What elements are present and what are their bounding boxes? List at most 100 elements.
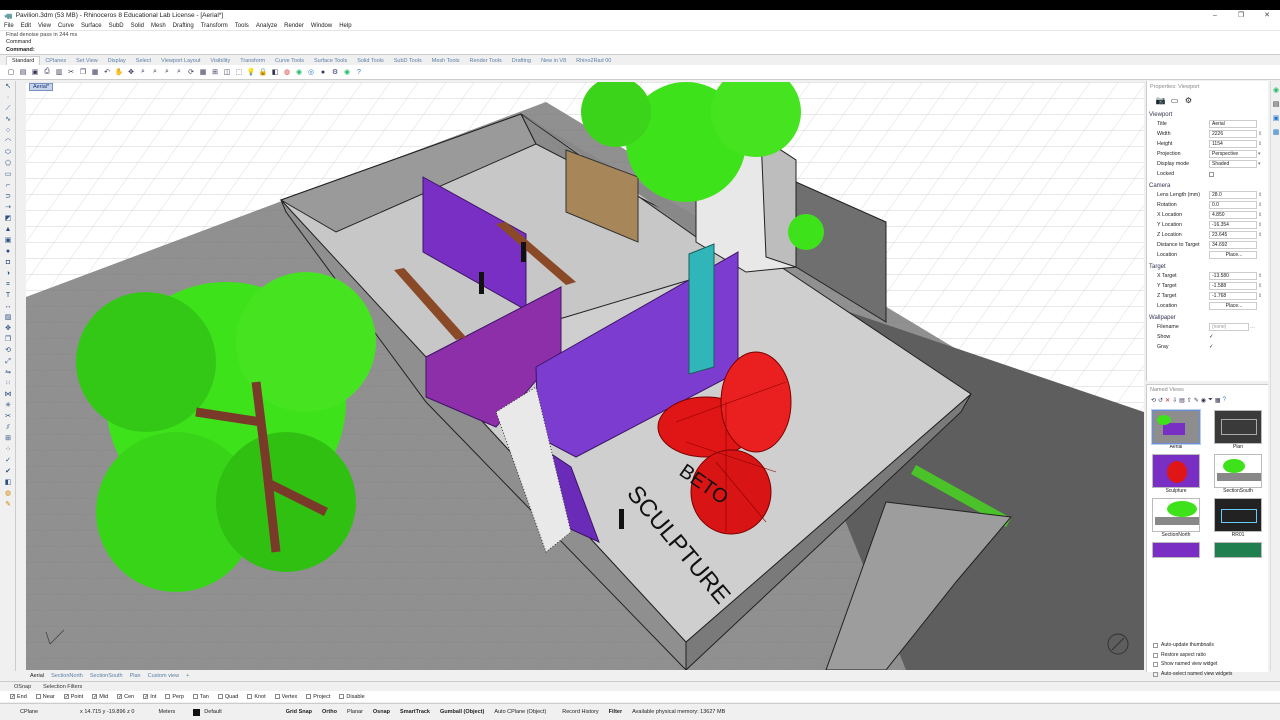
add-viewtab-button[interactable]: + bbox=[186, 673, 189, 679]
osnap-perp[interactable]: Perp bbox=[165, 694, 184, 700]
move-tool-icon[interactable]: ✥ bbox=[3, 324, 13, 334]
group-icon[interactable]: ⊞ bbox=[3, 434, 13, 444]
menu-tools[interactable]: Tools bbox=[235, 23, 249, 29]
points-on-icon[interactable]: ⁘ bbox=[3, 445, 13, 455]
zoom-icon[interactable]: ⌕ bbox=[138, 67, 148, 77]
folder-icon[interactable]: ▤ bbox=[1179, 397, 1185, 404]
box-icon[interactable]: ▣ bbox=[3, 236, 13, 246]
tab-osnap[interactable]: OSnap bbox=[14, 684, 31, 690]
option-auto-select[interactable]: Auto-select named view widgets bbox=[1153, 670, 1232, 680]
select-icon[interactable]: ⬚ bbox=[234, 67, 244, 77]
osnap-near[interactable]: Near bbox=[35, 694, 55, 700]
planar-toggle[interactable]: Planar bbox=[347, 709, 363, 715]
x-target-field[interactable]: -13.580 bbox=[1209, 272, 1257, 280]
viewtab-section-north[interactable]: SectionNorth bbox=[51, 673, 83, 679]
delete-view-icon[interactable]: ✕ bbox=[1165, 397, 1170, 404]
title-field[interactable]: Aerial bbox=[1209, 120, 1257, 128]
option-auto-update[interactable]: Auto-update thumbnails bbox=[1153, 641, 1232, 651]
lightbulb-icon[interactable]: 💡 bbox=[246, 67, 256, 77]
named-view-section-south[interactable]: SectionSouth bbox=[1211, 454, 1265, 494]
osnap-disable[interactable]: Disable bbox=[339, 694, 365, 700]
zoom-selected-icon[interactable]: ⌕ bbox=[174, 67, 184, 77]
tab-curve-tools[interactable]: Curve Tools bbox=[270, 57, 309, 65]
hatch-icon[interactable]: ▨ bbox=[3, 313, 13, 323]
circle-icon[interactable]: ○ bbox=[3, 126, 13, 136]
rotate-tool-icon[interactable]: ⟲ bbox=[3, 346, 13, 356]
viewtab-plan[interactable]: Plan bbox=[130, 673, 141, 679]
tab-select[interactable]: Select bbox=[131, 57, 156, 65]
gumball-toggle[interactable]: Gumball (Object) bbox=[440, 709, 484, 715]
trim-icon[interactable]: ✂ bbox=[3, 412, 13, 422]
menu-view[interactable]: View bbox=[38, 23, 51, 29]
mirror-icon[interactable]: ⇋ bbox=[3, 368, 13, 378]
tab-mesh-tools[interactable]: Mesh Tools bbox=[427, 57, 465, 65]
viewport-title-tab[interactable]: Aerial* bbox=[29, 83, 54, 91]
osnap-toggle[interactable]: Osnap bbox=[373, 709, 390, 715]
properties-tab-icon[interactable]: ◉ bbox=[1272, 87, 1280, 95]
polygon-icon[interactable]: ⬠ bbox=[3, 159, 13, 169]
tab-render-tools[interactable]: Render Tools bbox=[464, 57, 506, 65]
menu-drafting[interactable]: Drafting bbox=[173, 23, 194, 29]
menu-curve[interactable]: Curve bbox=[58, 23, 74, 29]
display-mode-select[interactable]: Shaded bbox=[1209, 160, 1257, 168]
extrude-icon[interactable]: ▲ bbox=[3, 225, 13, 235]
move-icon[interactable]: ✥ bbox=[126, 67, 136, 77]
render-tool-icon[interactable]: ◍ bbox=[3, 489, 13, 499]
osnap-knot[interactable]: Knot bbox=[247, 694, 266, 700]
viewtab-custom-view[interactable]: Custom view bbox=[148, 673, 179, 679]
osnap-cen[interactable]: ✓ Cen bbox=[117, 694, 134, 700]
sphere-icon[interactable]: ● bbox=[318, 67, 328, 77]
osnap-tan[interactable]: Tan bbox=[192, 694, 209, 700]
sphere-solid-icon[interactable]: ● bbox=[3, 247, 13, 257]
x-location-field[interactable]: 4.850 bbox=[1209, 211, 1257, 219]
offset-icon[interactable]: ⊃ bbox=[3, 192, 13, 202]
grid-icon[interactable]: ▦ bbox=[198, 67, 208, 77]
status-cplane[interactable]: CPlane bbox=[20, 709, 38, 715]
zoom-window-icon[interactable]: ⌕ bbox=[150, 67, 160, 77]
tab-standard[interactable]: Standard bbox=[6, 56, 41, 65]
undo-icon[interactable]: ↶ bbox=[102, 67, 112, 77]
edit-view-icon[interactable]: ✎ bbox=[1194, 397, 1199, 404]
render-icon[interactable]: ◍ bbox=[282, 67, 292, 77]
copy-tool-icon[interactable]: ❐ bbox=[3, 335, 13, 345]
gray-checkbox[interactable]: ✓ bbox=[1209, 344, 1213, 350]
status-layer[interactable]: Default bbox=[204, 709, 221, 715]
help-icon-2[interactable]: ? bbox=[1223, 397, 1226, 404]
osnap-quad[interactable]: Quad bbox=[217, 694, 238, 700]
tab-cplanes[interactable]: CPlanes bbox=[40, 57, 71, 65]
menu-subd[interactable]: SubD bbox=[109, 23, 124, 29]
paint-icon[interactable]: ✎ bbox=[3, 500, 13, 510]
export-view-icon[interactable]: ⇧ bbox=[1187, 397, 1192, 404]
osnap-point[interactable]: ✓ Point bbox=[63, 694, 83, 700]
smarttrack-toggle[interactable]: SmartTrack bbox=[400, 709, 430, 715]
aerial-viewport[interactable]: SCULPTURE BETO Aerial* bbox=[26, 82, 1144, 670]
menu-help[interactable]: Help bbox=[339, 23, 351, 29]
distance-field[interactable]: 34.692 bbox=[1209, 241, 1257, 249]
tab-rhino2rad[interactable]: Rhino2Rad 00 bbox=[571, 57, 616, 65]
visibility-icon[interactable]: ◉ bbox=[1201, 397, 1206, 404]
camera-place-button[interactable]: Place... bbox=[1209, 251, 1257, 259]
properties-icon[interactable]: ▥ bbox=[54, 67, 64, 77]
z-location-field[interactable]: 23.645 bbox=[1209, 231, 1257, 239]
surface-icon[interactable]: ◩ bbox=[3, 214, 13, 224]
named-view-aerial[interactable]: Aerial bbox=[1149, 409, 1203, 450]
named-view-8[interactable] bbox=[1211, 542, 1265, 558]
rotation-field[interactable]: 0.0 bbox=[1209, 201, 1257, 209]
layers-tab-icon[interactable]: ▤ bbox=[1272, 101, 1280, 109]
z-target-field[interactable]: -1.768 bbox=[1209, 292, 1257, 300]
tab-visibility[interactable]: Visibility bbox=[205, 57, 235, 65]
mesh-icon[interactable]: ⌗ bbox=[3, 280, 13, 290]
menu-surface[interactable]: Surface bbox=[81, 23, 102, 29]
record-history-toggle[interactable]: Record History bbox=[562, 709, 598, 715]
import-view-icon[interactable]: ⇩ bbox=[1172, 397, 1177, 404]
four-views-icon[interactable]: ⊞ bbox=[210, 67, 220, 77]
tab-selection-filters[interactable]: Selection Filters bbox=[43, 684, 82, 690]
settings-icon[interactable]: ⚙ bbox=[1183, 95, 1194, 106]
viewtab-aerial[interactable]: Aerial bbox=[30, 673, 44, 679]
locked-checkbox[interactable] bbox=[1209, 171, 1214, 177]
named-view-rr01[interactable]: RR01 bbox=[1211, 498, 1265, 538]
select-arrow-icon[interactable]: ↖ bbox=[3, 82, 13, 92]
tab-drafting[interactable]: Drafting bbox=[507, 57, 536, 65]
close-button[interactable]: ✕ bbox=[1254, 10, 1280, 21]
filter-toggle[interactable]: Filter bbox=[609, 709, 622, 715]
